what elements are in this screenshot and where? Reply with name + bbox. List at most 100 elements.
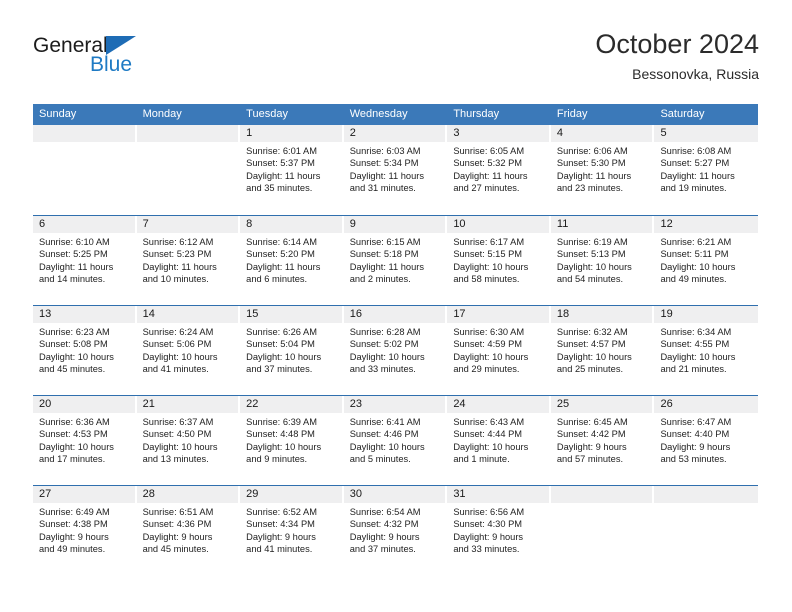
day-number: 9 bbox=[343, 216, 446, 233]
day-details: Sunrise: 6:45 AM Sunset: 4:42 PM Daylight:… bbox=[551, 413, 655, 466]
calendar-day-cell[interactable]: 11 Sunrise: 6:19 AM Sunset: 5:13 PM Dayligh… bbox=[550, 216, 655, 305]
day-number: 22 bbox=[240, 396, 342, 413]
daylight-text-line1: Daylight: 10 hours bbox=[246, 441, 322, 452]
calendar-day-cell[interactable]: 19 Sunrise: 6:34 AM Sunset: 4:55 PM Dayligh… bbox=[654, 306, 759, 395]
calendar-day-cell[interactable]: 31 Sunrise: 6:56 AM Sunset: 4:30 PM Dayligh… bbox=[447, 486, 551, 575]
calendar-day-cell[interactable]: 12 Sunrise: 6:21 AM Sunset: 5:11 PM Dayligh… bbox=[654, 216, 759, 305]
calendar-day-cell[interactable]: 20 Sunrise: 6:36 AM Sunset: 4:53 PM Dayligh… bbox=[33, 396, 137, 485]
calendar-day-cell[interactable]: 3 Sunrise: 6:05 AM Sunset: 5:32 PM Daylight… bbox=[447, 125, 551, 215]
day-details: Sunrise: 6:06 AM Sunset: 5:30 PM Daylight:… bbox=[551, 142, 655, 195]
sunset-text: Sunset: 5:06 PM bbox=[142, 339, 212, 350]
calendar-day-cell[interactable]: 7 Sunrise: 6:12 AM Sunset: 5:23 PM Daylight… bbox=[136, 216, 241, 305]
sunset-text: Sunset: 4:53 PM bbox=[39, 429, 108, 440]
daylight-text-line1: Daylight: 11 hours bbox=[556, 170, 632, 181]
calendar-week-rows: 1 Sunrise: 6:01 AM Sunset: 5:37 PM Daylight… bbox=[33, 125, 759, 575]
daylight-text-line2: and 14 minutes. bbox=[39, 274, 106, 285]
day-number: 2 bbox=[343, 125, 446, 142]
page-header: General Blue October 2024 Bessonovka, Ru… bbox=[33, 28, 759, 98]
calendar-day-cell[interactable]: 29 Sunrise: 6:52 AM Sunset: 4:34 PM Dayligh… bbox=[240, 486, 344, 575]
calendar-day-cell-empty bbox=[550, 486, 655, 575]
daylight-text-line1: Daylight: 10 hours bbox=[142, 351, 218, 362]
calendar-day-cell[interactable]: 5 Sunrise: 6:08 AM Sunset: 5:27 PM Daylight… bbox=[654, 125, 759, 215]
day-details: Sunrise: 6:32 AM Sunset: 4:57 PM Daylight:… bbox=[551, 323, 655, 376]
day-details: Sunrise: 6:34 AM Sunset: 4:55 PM Daylight:… bbox=[654, 323, 758, 376]
sunset-text: Sunset: 5:13 PM bbox=[556, 249, 626, 260]
calendar-day-cell[interactable]: 4 Sunrise: 6:06 AM Sunset: 5:30 PM Daylight… bbox=[550, 125, 655, 215]
calendar-day-cell[interactable]: 28 Sunrise: 6:51 AM Sunset: 4:36 PM Dayligh… bbox=[136, 486, 241, 575]
calendar-day-cell[interactable]: 21 Sunrise: 6:37 AM Sunset: 4:50 PM Dayligh… bbox=[136, 396, 241, 485]
daylight-text-line2: and 33 minutes. bbox=[453, 544, 520, 555]
sunrise-text: Sunrise: 6:08 AM bbox=[660, 146, 732, 156]
calendar-day-cell[interactable]: 27 Sunrise: 6:49 AM Sunset: 4:38 PM Dayligh… bbox=[33, 486, 137, 575]
day-details: Sunrise: 6:23 AM Sunset: 5:08 PM Daylight:… bbox=[33, 323, 137, 376]
weekday-header-saturday: Saturday bbox=[660, 108, 705, 120]
daylight-text-line2: and 25 minutes. bbox=[556, 364, 624, 375]
calendar-day-cell[interactable]: 6 Sunrise: 6:10 AM Sunset: 5:25 PM Daylight… bbox=[33, 216, 137, 305]
day-details: Sunrise: 6:12 AM Sunset: 5:23 PM Daylight:… bbox=[137, 233, 241, 286]
sunrise-text: Sunrise: 6:28 AM bbox=[349, 327, 421, 337]
day-details: Sunrise: 6:28 AM Sunset: 5:02 PM Daylight:… bbox=[344, 323, 448, 376]
day-number: 4 bbox=[550, 125, 653, 142]
daylight-text-line1: Daylight: 11 hours bbox=[660, 170, 735, 181]
sunset-text: Sunset: 4:34 PM bbox=[246, 519, 315, 530]
calendar-day-cell[interactable]: 17 Sunrise: 6:30 AM Sunset: 4:59 PM Dayligh… bbox=[447, 306, 551, 395]
calendar-day-cell-empty bbox=[33, 125, 137, 215]
sunrise-text: Sunrise: 6:03 AM bbox=[349, 146, 421, 156]
sunrise-text: Sunrise: 6:52 AM bbox=[246, 507, 317, 517]
calendar-day-cell-empty bbox=[654, 486, 759, 575]
day-details: Sunrise: 6:10 AM Sunset: 5:25 PM Daylight:… bbox=[33, 233, 137, 286]
calendar-day-cell[interactable]: 16 Sunrise: 6:28 AM Sunset: 5:02 PM Dayligh… bbox=[343, 306, 448, 395]
day-number: 23 bbox=[343, 396, 446, 413]
daylight-text-line2: and 31 minutes. bbox=[349, 183, 416, 194]
sunset-text: Sunset: 5:27 PM bbox=[660, 158, 730, 169]
calendar-day-cell[interactable]: 15 Sunrise: 6:26 AM Sunset: 5:04 PM Dayligh… bbox=[240, 306, 344, 395]
sunset-text: Sunset: 4:30 PM bbox=[453, 519, 523, 530]
daylight-text-line1: Daylight: 10 hours bbox=[453, 441, 529, 452]
daylight-text-line2: and 10 minutes. bbox=[142, 274, 209, 285]
calendar-day-cell[interactable]: 22 Sunrise: 6:39 AM Sunset: 4:48 PM Dayligh… bbox=[240, 396, 344, 485]
day-number: 19 bbox=[654, 306, 759, 323]
sunrise-text: Sunrise: 6:12 AM bbox=[142, 237, 214, 247]
sunset-text: Sunset: 4:40 PM bbox=[660, 429, 730, 440]
daylight-text-line2: and 21 minutes. bbox=[660, 364, 727, 375]
calendar-day-cell[interactable]: 23 Sunrise: 6:41 AM Sunset: 4:46 PM Dayligh… bbox=[343, 396, 448, 485]
calendar-day-cell[interactable]: 1 Sunrise: 6:01 AM Sunset: 5:37 PM Daylight… bbox=[240, 125, 344, 215]
day-number: 13 bbox=[33, 306, 135, 323]
sunset-text: Sunset: 4:46 PM bbox=[349, 429, 419, 440]
day-details: Sunrise: 6:52 AM Sunset: 4:34 PM Daylight:… bbox=[240, 503, 344, 556]
sunset-text: Sunset: 5:15 PM bbox=[453, 249, 523, 260]
calendar-day-cell[interactable]: 25 Sunrise: 6:45 AM Sunset: 4:42 PM Dayligh… bbox=[550, 396, 655, 485]
day-number: 14 bbox=[136, 306, 239, 323]
day-number: 5 bbox=[654, 125, 759, 142]
calendar-day-cell[interactable]: 2 Sunrise: 6:03 AM Sunset: 5:34 PM Daylight… bbox=[343, 125, 448, 215]
calendar-week-row: 1 Sunrise: 6:01 AM Sunset: 5:37 PM Daylight… bbox=[33, 125, 759, 215]
day-number: 20 bbox=[33, 396, 135, 413]
calendar-day-cell[interactable]: 24 Sunrise: 6:43 AM Sunset: 4:44 PM Dayligh… bbox=[447, 396, 551, 485]
day-number: 16 bbox=[343, 306, 446, 323]
daylight-text-line1: Daylight: 11 hours bbox=[349, 170, 424, 181]
calendar-day-cell[interactable]: 10 Sunrise: 6:17 AM Sunset: 5:15 PM Dayligh… bbox=[447, 216, 551, 305]
day-number: 1 bbox=[240, 125, 342, 142]
calendar-day-cell[interactable]: 13 Sunrise: 6:23 AM Sunset: 5:08 PM Dayligh… bbox=[33, 306, 137, 395]
daylight-text-line1: Daylight: 10 hours bbox=[660, 261, 736, 272]
sunrise-text: Sunrise: 6:14 AM bbox=[246, 237, 317, 247]
day-details: Sunrise: 6:26 AM Sunset: 5:04 PM Daylight:… bbox=[240, 323, 344, 376]
calendar-day-cell[interactable]: 8 Sunrise: 6:14 AM Sunset: 5:20 PM Daylight… bbox=[240, 216, 344, 305]
day-details: Sunrise: 6:03 AM Sunset: 5:34 PM Daylight:… bbox=[344, 142, 448, 195]
general-blue-logo[interactable]: General Blue bbox=[33, 34, 223, 90]
daylight-text-line2: and 29 minutes. bbox=[453, 364, 520, 375]
sunset-text: Sunset: 5:32 PM bbox=[453, 158, 523, 169]
day-number: 3 bbox=[447, 125, 549, 142]
calendar-day-cell[interactable]: 9 Sunrise: 6:15 AM Sunset: 5:18 PM Daylight… bbox=[343, 216, 448, 305]
calendar-day-cell[interactable]: 14 Sunrise: 6:24 AM Sunset: 5:06 PM Dayligh… bbox=[136, 306, 241, 395]
calendar-day-cell[interactable]: 26 Sunrise: 6:47 AM Sunset: 4:40 PM Dayligh… bbox=[654, 396, 759, 485]
sunset-text: Sunset: 5:20 PM bbox=[246, 249, 315, 260]
calendar-day-cell[interactable]: 30 Sunrise: 6:54 AM Sunset: 4:32 PM Dayligh… bbox=[343, 486, 448, 575]
sunrise-text: Sunrise: 6:26 AM bbox=[246, 327, 317, 337]
day-details: Sunrise: 6:36 AM Sunset: 4:53 PM Daylight:… bbox=[33, 413, 137, 466]
daylight-text-line2: and 37 minutes. bbox=[246, 364, 313, 375]
calendar-day-cell[interactable]: 18 Sunrise: 6:32 AM Sunset: 4:57 PM Dayligh… bbox=[550, 306, 655, 395]
daylight-text-line2: and 45 minutes. bbox=[142, 544, 209, 555]
sunset-text: Sunset: 4:36 PM bbox=[142, 519, 212, 530]
day-details: Sunrise: 6:19 AM Sunset: 5:13 PM Daylight:… bbox=[551, 233, 655, 286]
